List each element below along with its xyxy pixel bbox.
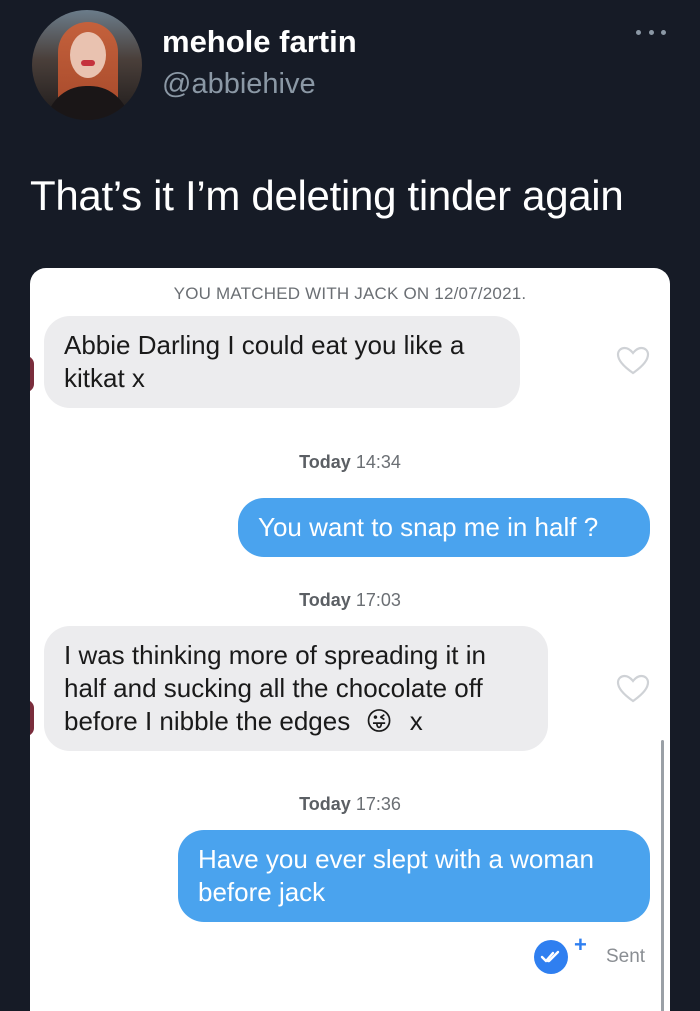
winking-tongue-emoji-icon: 😜 [365, 706, 393, 736]
timestamp-time: 14:34 [355, 452, 401, 472]
timestamp-time: 17:36 [355, 794, 401, 814]
message-line: Have you ever slept with a woman [198, 844, 594, 874]
message-line-with-emoji: before I nibble the edges 😜 x [64, 705, 528, 738]
match-avatar [30, 356, 34, 392]
match-avatar [30, 700, 34, 736]
message-suffix: x [409, 706, 423, 736]
sent-status: Sent [606, 946, 646, 967]
message-line: You want to snap me in half ? [258, 512, 599, 542]
avatar[interactable] [32, 10, 142, 120]
sent-message: Have you ever slept with a woman before … [178, 830, 650, 922]
message-line: half and sucking all the chocolate off [64, 673, 483, 703]
received-message: Abbie Darling I could eat you like a kit… [44, 316, 520, 408]
tweet-text: That’s it I’m deleting tinder again [30, 172, 624, 219]
scrollbar[interactable] [661, 740, 664, 1011]
more-dots-icon[interactable] [636, 28, 666, 36]
heart-icon[interactable] [616, 674, 650, 704]
received-message: I was thinking more of spreading it in h… [44, 626, 548, 751]
message-line: I was thinking more of spreading it in [64, 640, 486, 670]
timestamp-time: 17:03 [355, 590, 401, 610]
heart-icon[interactable] [616, 346, 650, 376]
timestamp: Today 17:03 [30, 590, 670, 611]
display-name[interactable]: mehole fartin [162, 24, 357, 60]
message-line: before I nibble the edges [64, 706, 351, 736]
plus-icon: + [574, 932, 587, 957]
message-line: before jack [198, 877, 326, 907]
timestamp-day: Today [299, 590, 351, 610]
timestamp: Today 17:36 [30, 794, 670, 815]
sent-message: You want to snap me in half ? [238, 498, 650, 557]
timestamp: Today 14:34 [30, 452, 670, 473]
match-notice: YOU MATCHED WITH JACK ON 12/07/2021. [173, 284, 527, 303]
timestamp-day: Today [299, 452, 351, 472]
message-line: Abbie Darling I could eat you like a [64, 330, 465, 360]
timestamp-day: Today [299, 794, 351, 814]
chat-screenshot: YOU MATCHED WITH JACK ON 12/07/2021. Abb… [30, 268, 670, 1011]
message-line: kitkat x [64, 363, 145, 393]
read-receipt-icon [534, 940, 568, 974]
tweet-header: mehole fartin @abbiehive [32, 10, 672, 120]
user-handle[interactable]: @abbiehive [162, 68, 316, 101]
